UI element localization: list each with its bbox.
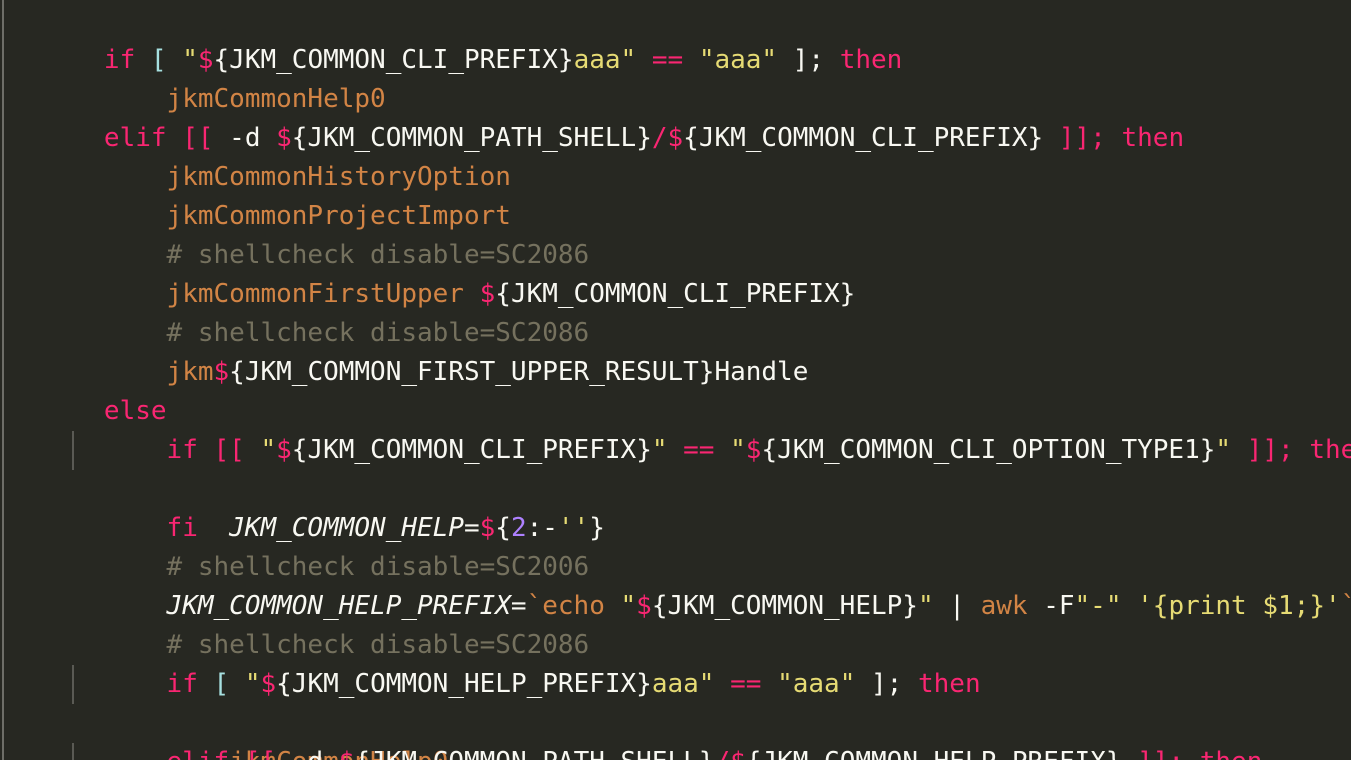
indent-guide: [72, 665, 74, 704]
code-line[interactable]: jkmCommonProjectImport: [0, 158, 1351, 231]
code-line[interactable]: JKM_COMMON_HELP=${2:-''}: [0, 431, 1351, 543]
code-line[interactable]: jkmCommonHelp0: [0, 41, 1351, 114]
code-line[interactable]: jkm${JKM_COMMON_FIRST_UPPER_RESULT}Handl…: [0, 314, 1351, 387]
code-line[interactable]: elif [[ -d ${JKM_COMMON_PATH_SHELL}/${JK…: [0, 704, 1351, 760]
code-line[interactable]: # shellcheck disable=SC2086: [0, 275, 1351, 348]
code-line[interactable]: if [ "${JKM_COMMON_CLI_PREFIX}aaa" == "a…: [0, 2, 1351, 75]
indent-guide: [72, 743, 74, 760]
code-line[interactable]: elif [[ -d ${JKM_COMMON_PATH_SHELL}/${JK…: [0, 80, 1351, 153]
code-line[interactable]: if [ "${JKM_COMMON_HELP_PREFIX}aaa" == "…: [0, 626, 1351, 699]
indent-guide: [72, 431, 74, 470]
code-line[interactable]: jkmCommonProjectImport: [0, 743, 1351, 760]
code-line[interactable]: # shellcheck disable=SC2086: [0, 197, 1351, 270]
code-editor[interactable]: if [ "${JKM_COMMON_CLI_PREFIX}aaa" == "a…: [0, 0, 1351, 760]
code-line[interactable]: jkmCommonFirstUpper ${JKM_COMMON_CLI_PRE…: [0, 236, 1351, 309]
code-line[interactable]: fi: [0, 470, 1351, 543]
code-content[interactable]: if [ "${JKM_COMMON_CLI_PREFIX}aaa" == "a…: [0, 0, 1351, 760]
code-line[interactable]: JKM_COMMON_HELP_PREFIX=`echo "${JKM_COMM…: [0, 548, 1351, 621]
code-line[interactable]: # shellcheck disable=SC2086: [0, 587, 1351, 660]
code-line[interactable]: # shellcheck disable=SC2006: [0, 509, 1351, 582]
code-line[interactable]: jkmCommonHelp0: [0, 665, 1351, 760]
code-line[interactable]: else: [0, 353, 1351, 426]
code-line[interactable]: jkmCommonHistoryOption: [0, 119, 1351, 192]
code-line[interactable]: if [[ "${JKM_COMMON_CLI_PREFIX}" == "${J…: [0, 392, 1351, 465]
